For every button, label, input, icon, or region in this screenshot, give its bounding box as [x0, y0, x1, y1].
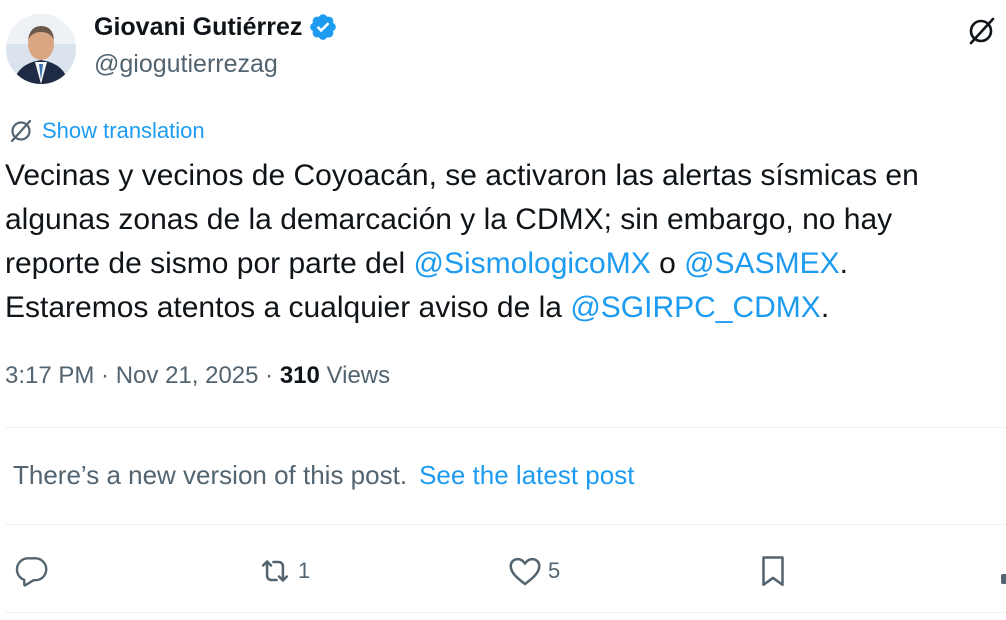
see-latest-post-link[interactable]: See the latest post — [419, 460, 634, 490]
divider — [5, 612, 1006, 613]
reply-button[interactable] — [13, 552, 51, 590]
tweet-text-segment: reporte de sismo por parte del — [5, 247, 414, 280]
new-version-text: There’s a new version of this post. — [13, 460, 408, 490]
retweet-button[interactable]: 1 — [256, 552, 310, 590]
tweet-time-link[interactable]: 3:17 PM — [5, 362, 94, 389]
bookmark-icon — [762, 556, 784, 587]
show-translation-label: Show translation — [42, 118, 205, 143]
grok-icon[interactable] — [966, 16, 996, 46]
tweet-text-segment: Estaremos atentos a cualquier aviso de l… — [5, 291, 571, 324]
author-name-text: Giovani Gutiérrez — [94, 12, 303, 41]
like-button[interactable]: 5 — [506, 552, 560, 590]
verified-badge-icon — [310, 14, 337, 40]
tweet-date-link[interactable]: Nov 21, 2025 — [116, 362, 259, 389]
mention-sasmex-link[interactable]: @SASMEX — [684, 247, 840, 280]
divider — [5, 427, 1006, 428]
avatar[interactable] — [6, 14, 76, 84]
tweet-text-segment: . — [839, 247, 848, 280]
reply-icon — [15, 557, 48, 587]
tweet-text-segment: . — [820, 291, 830, 324]
bookmark-button[interactable] — [754, 552, 792, 590]
views-label: Views — [319, 362, 391, 389]
views-count: 310 — [279, 362, 320, 389]
like-count: 5 — [548, 558, 561, 583]
tweet-line: Estaremos atentos a cualquier aviso de l… — [5, 286, 1000, 330]
author-handle[interactable]: @giogutierrezag — [94, 50, 278, 79]
retweet-count: 1 — [298, 558, 311, 583]
tweet-line: algunas zonas de la demarcación y la CDM… — [5, 203, 893, 236]
tweet-line: reporte de sismo por parte del @Sismolog… — [5, 242, 1000, 286]
tweet-line: Vecinas y vecinos de Coyoacán, se activa… — [5, 159, 919, 192]
translate-icon — [10, 119, 32, 143]
show-translation-button[interactable]: Show translation — [8, 118, 205, 144]
meta-separator: · — [94, 362, 116, 389]
heart-icon — [509, 557, 541, 586]
tweet-text-segment: o — [650, 247, 685, 280]
mention-sgirpc-link[interactable]: @SGIRPC_CDMX — [570, 291, 821, 324]
meta-separator: · — [258, 362, 280, 389]
tweet-meta: 3:17 PM · Nov 21, 2025 · 310 Views — [5, 362, 390, 390]
avatar-image — [6, 14, 76, 84]
new-version-notice: There’s a new version of this post. See t… — [13, 460, 634, 491]
retweet-icon — [261, 560, 289, 582]
mention-sismologicomx-link[interactable]: @SismologicoMX — [414, 247, 651, 280]
divider — [5, 524, 1006, 525]
author-name[interactable]: Giovani Gutiérrez — [94, 12, 338, 42]
tweet-text: Vecinas y vecinos de Coyoacán, se activa… — [5, 154, 1000, 330]
share-icon[interactable] — [1001, 574, 1006, 584]
